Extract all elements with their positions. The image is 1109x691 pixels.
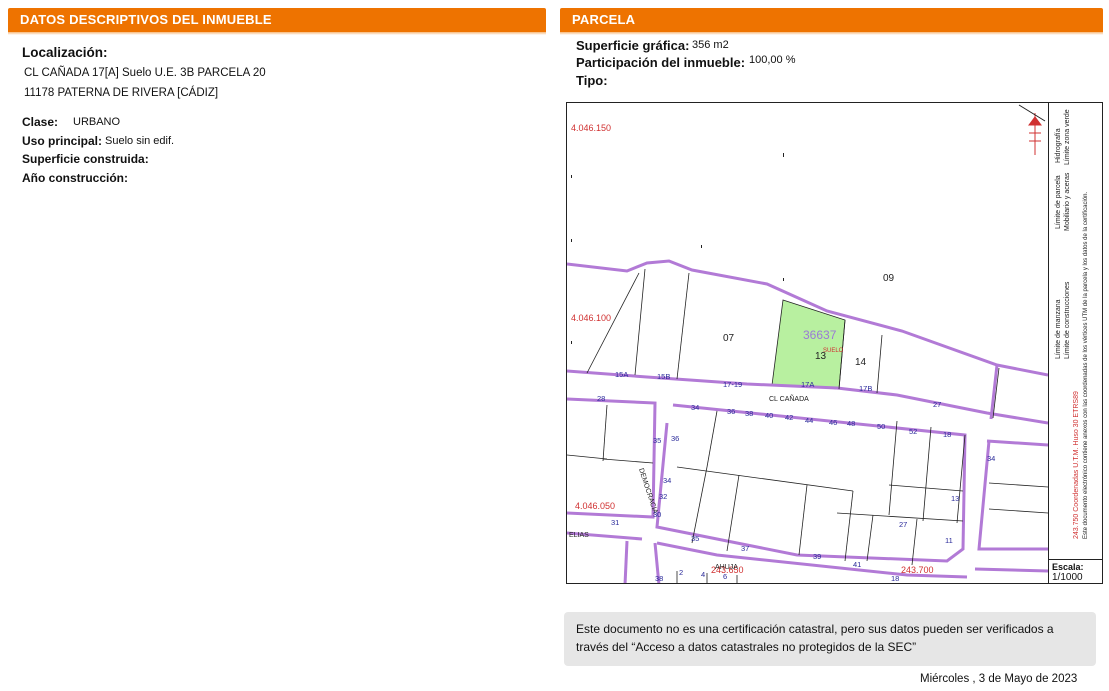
north-arrow-icon bbox=[1018, 104, 1046, 155]
house-number: 48 bbox=[847, 419, 855, 428]
legend-mobiliario: Mobiliario y aceras bbox=[1064, 172, 1071, 231]
house-number: 31 bbox=[611, 518, 619, 527]
legend-limite-parcela: Límite de parcela bbox=[1055, 175, 1062, 229]
legend-limite-manzana: Límite de manzana bbox=[1055, 299, 1062, 359]
coord-y-4046100: 4.046.100 bbox=[571, 313, 611, 323]
house-number: 17A bbox=[801, 380, 814, 389]
block-14: 14 bbox=[855, 357, 867, 368]
house-number: 18 bbox=[891, 574, 899, 583]
house-number: 35 bbox=[653, 436, 661, 445]
house-number: 44 bbox=[805, 416, 813, 425]
scale-value: 1/1000 bbox=[1052, 572, 1083, 583]
street-elias: ELIAS bbox=[569, 532, 589, 539]
legend-limite-construcciones: Límite de construcciones bbox=[1064, 281, 1071, 359]
house-number: 38 bbox=[655, 574, 663, 583]
street-ahuja: AHUJA bbox=[715, 564, 738, 571]
house-number: 18 bbox=[943, 430, 951, 439]
coord-y-4046150: 4.046.150 bbox=[571, 123, 611, 133]
address-line2: 11178 PATERNA DE RIVERA [CÁDIZ] bbox=[24, 87, 219, 99]
house-number: 36 bbox=[727, 407, 735, 416]
house-number: 2 bbox=[679, 568, 683, 577]
house-number: 34 bbox=[663, 476, 671, 485]
map-drawing: 4.046.150 4.046.100 4.046.050 243.650 24… bbox=[567, 104, 1048, 583]
house-number: 32 bbox=[659, 492, 667, 501]
house-number: 30 bbox=[653, 510, 661, 519]
legend-hidrografia: Hidrografía bbox=[1055, 128, 1062, 163]
document-date: Miércoles , 3 de Mayo de 2023 bbox=[920, 673, 1078, 685]
superficie-grafica-label: Superficie gráfica: bbox=[576, 38, 690, 53]
house-number: 11 bbox=[945, 536, 953, 545]
block-07: 07 bbox=[723, 333, 735, 344]
parcel-reference: 36637 bbox=[803, 328, 837, 342]
house-number: 37 bbox=[741, 544, 749, 553]
legend-coordenadas: 243.750 Coordenadas U.T.M. Huso 30 ETRS8… bbox=[1073, 391, 1080, 539]
house-number: 34 bbox=[987, 454, 995, 463]
house-number: 28 bbox=[597, 394, 605, 403]
house-number: 13 bbox=[951, 494, 959, 503]
map-legend: Límite de manzana Límite de parcela Hidr… bbox=[1048, 103, 1102, 561]
block-09: 09 bbox=[883, 273, 895, 284]
clase-value: URBANO bbox=[73, 116, 121, 128]
house-number: 46 bbox=[829, 418, 837, 427]
localizacion-label: Localización: bbox=[22, 45, 108, 60]
uso-value: Suelo sin edif. bbox=[105, 135, 175, 147]
coord-y-4046050: 4.046.050 bbox=[575, 501, 615, 511]
coord-x-243700: 243.700 bbox=[901, 565, 934, 575]
house-number: 27 bbox=[933, 400, 941, 409]
verification-note: Este documento no es una certificación c… bbox=[564, 612, 1096, 666]
house-number: 4 bbox=[701, 570, 705, 579]
house-number: 17B bbox=[859, 384, 872, 393]
house-number: 27 bbox=[899, 520, 907, 529]
street-democracia: DEMOCRACIA bbox=[637, 467, 658, 515]
legend-zona-verde: Límite zona verde bbox=[1064, 109, 1071, 165]
scale-box: Escala: 1/1000 bbox=[1048, 559, 1102, 583]
street-cl-canada: CL CAÑADA bbox=[769, 394, 809, 403]
address-line1: CL CAÑADA 17[A] Suelo U.E. 3B PARCELA 20 bbox=[24, 67, 266, 79]
participacion-label: Participación del inmueble: bbox=[576, 55, 746, 70]
tipo-label: Tipo: bbox=[576, 73, 608, 88]
house-number: 15B bbox=[657, 372, 670, 381]
house-number: 17-19 bbox=[723, 380, 742, 389]
superficie-construida-label: Superficie construida: bbox=[22, 152, 149, 166]
uso-label: Uso principal: bbox=[22, 134, 103, 148]
section-header-datos: DATOS DESCRIPTIVOS DEL INMUEBLE bbox=[8, 8, 546, 35]
house-number: 15A bbox=[615, 370, 628, 379]
house-number: 52 bbox=[909, 427, 917, 436]
house-number: 35 bbox=[691, 534, 699, 543]
superficie-grafica-value: 356 m2 bbox=[692, 39, 729, 51]
house-number: 38 bbox=[745, 409, 753, 418]
house-number: 34 bbox=[691, 403, 699, 412]
clase-label: Clase: bbox=[22, 115, 59, 129]
participacion-value: 100,00 % bbox=[749, 54, 796, 66]
house-number: 36 bbox=[671, 434, 679, 443]
house-number: 50 bbox=[877, 422, 885, 431]
house-number: 42 bbox=[785, 413, 793, 422]
parcel-type: SUELO bbox=[823, 348, 844, 354]
anio-construccion-label: Año construcción: bbox=[22, 171, 129, 185]
cadastral-map: 4.046.150 4.046.100 4.046.050 243.650 24… bbox=[566, 102, 1103, 584]
section-header-parcela: PARCELA bbox=[560, 8, 1103, 35]
scale-label: Escala: bbox=[1052, 562, 1084, 572]
house-number: 39 bbox=[813, 552, 821, 561]
legend-documento-note: Este documento electrónico contiene anex… bbox=[1083, 191, 1089, 539]
house-number: 41 bbox=[853, 560, 861, 569]
house-number: 40 bbox=[765, 411, 773, 420]
house-number: 6 bbox=[723, 572, 727, 581]
